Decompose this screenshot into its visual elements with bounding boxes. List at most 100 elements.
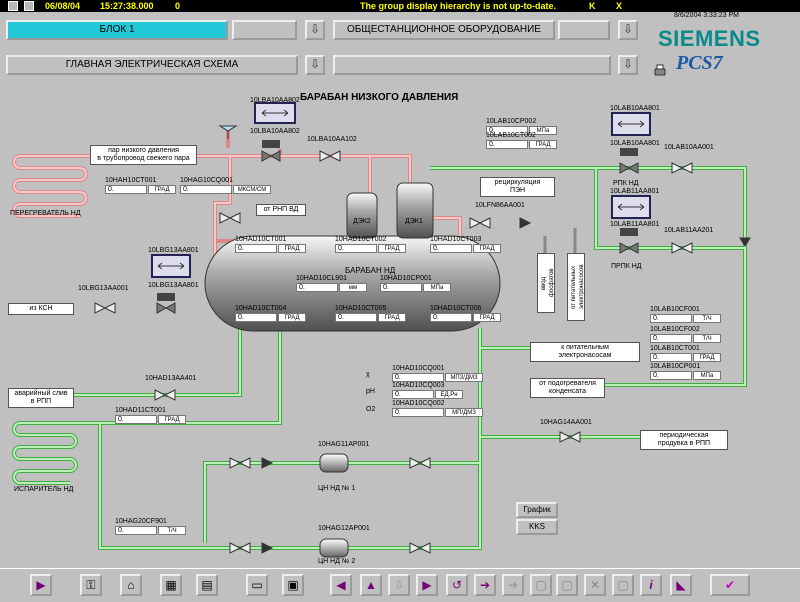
instrument-tag: 10LAB10CT001 bbox=[650, 345, 700, 352]
valve-label: 10LBA10AA102 bbox=[307, 136, 357, 143]
instrument-value[interactable]: 0. bbox=[392, 408, 444, 417]
window-icon[interactable] bbox=[24, 1, 34, 11]
window-icon-2[interactable]: ▢ bbox=[556, 574, 578, 596]
instrument-value[interactable]: 0. bbox=[335, 244, 377, 253]
tag-recirc-pen[interactable]: рециркуляция ПЭН bbox=[480, 177, 555, 197]
valve-label: 10LAB11AA801 bbox=[610, 188, 660, 195]
instrument-tag: 10HAD10CT004 bbox=[235, 305, 287, 312]
ack-k-button[interactable]: K bbox=[589, 0, 596, 12]
chart-icon[interactable]: ▤ bbox=[196, 574, 218, 596]
window-icon-1[interactable]: ▢ bbox=[530, 574, 552, 596]
instrument-tag: 10HAD10CT005 bbox=[335, 305, 387, 312]
blank-nav-button-2[interactable] bbox=[558, 20, 610, 40]
instrument-value-text: 0. bbox=[653, 315, 659, 322]
quality-ph-label: pH bbox=[366, 388, 375, 395]
instrument-value[interactable]: 0. bbox=[235, 313, 277, 322]
status-message: The group display hierarchy is not up-to… bbox=[360, 1, 557, 11]
tag-from-condensate-heater[interactable]: от подогревателя конденсата bbox=[530, 378, 605, 398]
forward-disabled-icon[interactable]: ➔ bbox=[502, 574, 524, 596]
save-icon[interactable]: ▣ bbox=[282, 574, 304, 596]
nav-right-icon[interactable]: ▶ bbox=[416, 574, 438, 596]
instrument-value[interactable]: 0. bbox=[650, 371, 692, 380]
nav-left-icon[interactable]: ◀ bbox=[330, 574, 352, 596]
nav-up-icon[interactable]: ▲ bbox=[360, 574, 382, 596]
instrument-value[interactable]: 0. bbox=[380, 283, 422, 292]
valve-label: 10LAB11AA201 bbox=[664, 227, 714, 234]
alarm-icon[interactable] bbox=[8, 1, 18, 11]
instrument-unit: МПа bbox=[423, 283, 451, 292]
check-icon[interactable]: ✔ bbox=[710, 574, 750, 596]
tag-from-feed-pumps[interactable]: от питательных электронасосов bbox=[567, 253, 585, 321]
instrument-value[interactable]: 0. bbox=[115, 415, 157, 424]
instrument-value[interactable]: 0. bbox=[392, 390, 434, 399]
instrument-value[interactable]: 0. bbox=[650, 334, 692, 343]
instrument-value-text: 0. bbox=[383, 284, 389, 291]
instrument-value-text: 0. bbox=[653, 335, 659, 342]
window-icon-3[interactable]: ▢ bbox=[612, 574, 634, 596]
instrument-value-text: 0. bbox=[395, 391, 401, 398]
ack-x-button[interactable]: X bbox=[616, 0, 622, 12]
graph-button[interactable]: График bbox=[516, 502, 558, 518]
instrument-tag: 10HAD10CQ003 bbox=[392, 382, 445, 389]
block1-down-icon[interactable]: ⇩ bbox=[305, 20, 325, 40]
info-icon[interactable]: i bbox=[640, 574, 662, 596]
close-window-icon[interactable]: ✕ bbox=[584, 574, 606, 596]
instrument-value[interactable]: 0. bbox=[296, 283, 338, 292]
instrument-value[interactable]: 0. bbox=[392, 373, 444, 382]
ack-horn-icon[interactable]: ◣ bbox=[670, 574, 692, 596]
undo-icon[interactable]: ↺ bbox=[446, 574, 468, 596]
blank-nav-button[interactable] bbox=[232, 20, 297, 40]
station-equipment-button[interactable]: ОБЩЕСТАНЦИОННОЕ ОБОРУДОВАНИЕ bbox=[333, 20, 555, 40]
forward-icon[interactable]: ➔ bbox=[474, 574, 496, 596]
bottom-toolbar: ▶ ⚿ ⌂ ▦ ▤ ▭ ▣ ◀ ▲ ⇩ ▶ ↺ ➔ ➔ ▢ ▢ ✕ ▢ i ◣ … bbox=[0, 568, 800, 602]
home-icon[interactable]: ⌂ bbox=[120, 574, 142, 596]
station-down-icon[interactable]: ⇩ bbox=[618, 20, 638, 40]
instrument-tag: 10LAB10CF001 bbox=[650, 306, 700, 313]
page-title: БАРАБАН НИЗКОГО ДАВЛЕНИЯ bbox=[300, 92, 459, 103]
instrument-tag: 10HAD10CP001 bbox=[380, 275, 432, 282]
sheet-icon[interactable]: ▭ bbox=[246, 574, 268, 596]
header: БЛОК 1 ⇩ ОБЩЕСТАНЦИОННОЕ ОБОРУДОВАНИЕ ⇩ … bbox=[0, 12, 800, 88]
play-icon[interactable]: ▶ bbox=[30, 574, 52, 596]
tag-from-rnp[interactable]: от РНП ВД bbox=[256, 204, 306, 216]
tag-periodic-purge[interactable]: периодическая продувка в РПП bbox=[640, 430, 728, 450]
tag-steam-to-pipe[interactable]: пар низкого давления в трубопровод свеже… bbox=[90, 145, 197, 165]
instrument-tag: 10HAD11CT001 bbox=[115, 407, 166, 414]
instrument-value[interactable]: 0. bbox=[486, 140, 528, 149]
blank-down-icon[interactable]: ⇩ bbox=[618, 55, 638, 75]
grid-icon[interactable]: ▦ bbox=[160, 574, 182, 596]
instrument-value[interactable]: 0. bbox=[650, 353, 692, 362]
instrument-tag: 10LAB10CF002 bbox=[650, 326, 700, 333]
instrument-unit: МП/ДМЗ bbox=[445, 408, 483, 417]
instrument-tag: 10HAD10CL901 bbox=[296, 275, 347, 282]
instrument-value[interactable]: 0. bbox=[180, 185, 232, 194]
valve-10LBA10AA102 bbox=[319, 150, 341, 162]
instrument-value[interactable]: 0. bbox=[115, 526, 157, 535]
block1-button[interactable]: БЛОК 1 bbox=[6, 20, 228, 40]
tag-from-ksn[interactable]: из КСН bbox=[8, 303, 74, 315]
valve-label: 10LBA10AA802 bbox=[250, 128, 300, 135]
key-icon[interactable]: ⚿ bbox=[80, 574, 102, 596]
instrument-value[interactable]: 0. bbox=[430, 244, 472, 253]
instrument-value[interactable]: 0. bbox=[105, 185, 147, 194]
instrument-unit: ГРАД bbox=[278, 244, 306, 253]
tag-phosphates[interactable]: ввод фосфатов bbox=[537, 253, 555, 313]
blank-nav-button-3[interactable] bbox=[333, 55, 611, 75]
instrument-value[interactable]: 0. bbox=[430, 313, 472, 322]
printer-icon[interactable] bbox=[653, 64, 667, 78]
nav-down-icon[interactable]: ⇩ bbox=[388, 574, 410, 596]
valve-label: 10LBG13AA801 bbox=[148, 247, 199, 254]
tag-emergency-drain[interactable]: аварийный слив в РПП bbox=[8, 388, 74, 408]
instrument-unit: ЕД.Рн bbox=[435, 390, 463, 399]
prpk-label: ПРПК НД bbox=[611, 263, 642, 270]
instrument-value[interactable]: 0. bbox=[650, 314, 692, 323]
instrument-value[interactable]: 0. bbox=[235, 244, 277, 253]
instrument-value[interactable]: 0. bbox=[335, 313, 377, 322]
pcs7-logo: PCS7 bbox=[676, 52, 723, 74]
main-electric-scheme-button[interactable]: ГЛАВНАЯ ЭЛЕКТРИЧЕСКАЯ СХЕМА bbox=[6, 55, 298, 75]
superheater-coil bbox=[12, 154, 88, 218]
tag-to-feed-pumps[interactable]: к питательным электронасосам bbox=[530, 342, 640, 362]
scheme-down-icon[interactable]: ⇩ bbox=[305, 55, 325, 75]
kks-button[interactable]: KKS bbox=[516, 519, 558, 535]
instrument-value-text: 0. bbox=[299, 284, 305, 291]
